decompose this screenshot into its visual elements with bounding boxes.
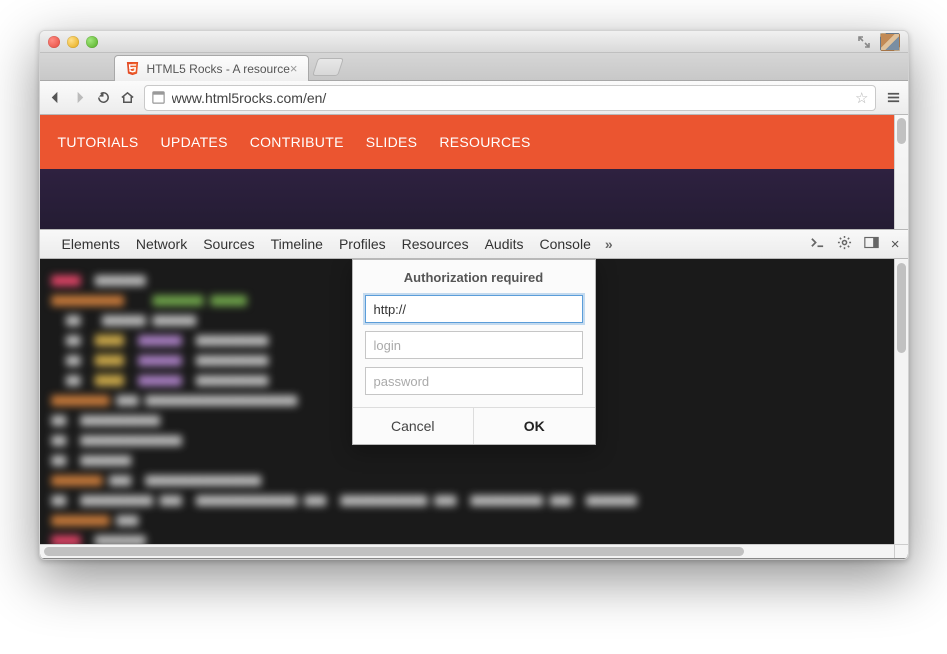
window-minimize-button[interactable] bbox=[67, 36, 79, 48]
devtools-horizontal-scrollbar[interactable] bbox=[40, 544, 894, 558]
devtools-tab[interactable]: Network bbox=[136, 236, 187, 252]
window-controls bbox=[48, 36, 98, 48]
profile-avatar[interactable] bbox=[880, 33, 900, 51]
settings-gear-icon[interactable] bbox=[837, 235, 852, 253]
reload-button[interactable] bbox=[96, 90, 114, 105]
ok-button[interactable]: OK bbox=[473, 408, 595, 444]
bookmark-star-icon[interactable]: ☆ bbox=[855, 89, 868, 107]
page-icon bbox=[151, 90, 166, 105]
devtools-tab[interactable]: Resources bbox=[402, 236, 469, 252]
nav-item[interactable]: SLIDES bbox=[366, 134, 418, 150]
address-bar[interactable]: ☆ bbox=[144, 85, 876, 111]
tab-close-icon[interactable]: × bbox=[290, 62, 298, 75]
site-nav: TUTORIALS UPDATES CONTRIBUTE SLIDES RESO… bbox=[40, 115, 894, 169]
auth-login-input[interactable] bbox=[365, 331, 583, 359]
auth-dialog: Authorization required Cancel OK bbox=[352, 259, 596, 445]
page-scrollbar[interactable] bbox=[894, 115, 908, 229]
chrome-menu-button[interactable] bbox=[882, 90, 900, 105]
overflow-tabs-icon[interactable]: » bbox=[605, 236, 613, 252]
devtools-panel: ▆▆▆▆ ▆▆▆▆▆▆▆ ▆▆▆▆▆▆▆▆▆▆ ▆▆▆▆▆▆▆ ▆▆▆▆▆ ▆▆… bbox=[40, 259, 908, 559]
auth-password-input[interactable] bbox=[365, 367, 583, 395]
window-zoom-button[interactable] bbox=[86, 36, 98, 48]
devtools-toolbar: Elements Network Sources Timeline Profil… bbox=[40, 229, 908, 259]
devtools-tab[interactable]: Profiles bbox=[339, 236, 386, 252]
back-button[interactable] bbox=[48, 90, 66, 105]
browser-tab[interactable]: HTML5 Rocks - A resource × bbox=[114, 55, 309, 81]
browser-toolbar: ☆ bbox=[40, 81, 908, 115]
hero-section bbox=[40, 169, 894, 229]
fullscreen-icon[interactable] bbox=[858, 36, 870, 48]
devtools-tab[interactable]: Console bbox=[540, 236, 591, 252]
url-input[interactable] bbox=[172, 90, 850, 106]
dialog-title: Authorization required bbox=[353, 260, 595, 295]
devtools-tab[interactable]: Audits bbox=[485, 236, 524, 252]
scrollbar-corner bbox=[894, 544, 908, 558]
show-console-icon[interactable] bbox=[810, 235, 825, 253]
window-close-button[interactable] bbox=[48, 36, 60, 48]
dock-side-icon[interactable] bbox=[864, 235, 879, 253]
nav-item[interactable]: UPDATES bbox=[161, 134, 228, 150]
nav-item[interactable]: TUTORIALS bbox=[58, 134, 139, 150]
home-button[interactable] bbox=[120, 90, 138, 105]
nav-item[interactable]: RESOURCES bbox=[439, 134, 530, 150]
cancel-button[interactable]: Cancel bbox=[353, 408, 474, 444]
auth-url-input[interactable] bbox=[365, 295, 583, 323]
devtools-close-icon[interactable]: × bbox=[891, 236, 900, 253]
html5-shield-icon bbox=[125, 61, 141, 77]
devtools-tabs: Elements Network Sources Timeline Profil… bbox=[62, 236, 591, 252]
page-viewport: TUTORIALS UPDATES CONTRIBUTE SLIDES RESO… bbox=[40, 115, 908, 229]
browser-window: HTML5 Rocks - A resource × ☆ bbox=[39, 30, 909, 560]
forward-button[interactable] bbox=[72, 90, 90, 105]
devtools-tab[interactable]: Timeline bbox=[271, 236, 323, 252]
new-tab-button[interactable] bbox=[312, 58, 344, 76]
devtools-tab[interactable]: Elements bbox=[62, 236, 120, 252]
tab-title: HTML5 Rocks - A resource bbox=[147, 62, 290, 76]
devtools-vertical-scrollbar[interactable] bbox=[894, 259, 908, 544]
devtools-tab[interactable]: Sources bbox=[203, 236, 254, 252]
window-titlebar bbox=[40, 31, 908, 53]
tab-strip: HTML5 Rocks - A resource × bbox=[40, 53, 908, 81]
nav-item[interactable]: CONTRIBUTE bbox=[250, 134, 344, 150]
